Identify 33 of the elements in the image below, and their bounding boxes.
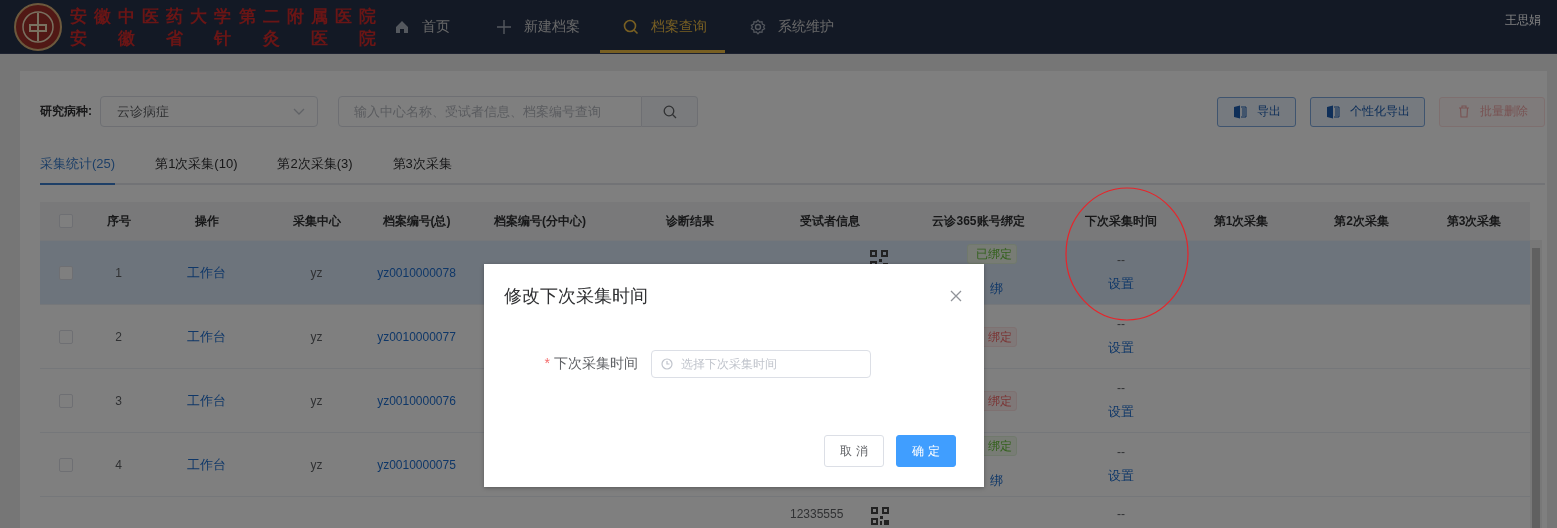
column-header: 档案编号(分中心) — [494, 212, 586, 230]
table-cell: yz — [310, 457, 323, 472]
next-time-value: -- — [1117, 380, 1125, 395]
column-header: 操作 — [194, 212, 219, 230]
dialog-title: 修改下次采集时间 — [504, 285, 648, 308]
column-header: 序号 — [106, 212, 131, 230]
table-cell: yz — [310, 329, 323, 344]
column-header: 受试者信息 — [800, 212, 860, 230]
row-number: 2 — [115, 329, 122, 344]
required-asterisk: * — [544, 355, 550, 371]
column-header: 第2次采集 — [1334, 212, 1389, 230]
column-header: 第3次采集 — [1446, 212, 1502, 230]
column-header: 第1次采集 — [1213, 212, 1269, 230]
row-number: 3 — [115, 393, 122, 408]
column-header: 下次采集时间 — [1085, 212, 1157, 230]
field-label: 下次采集时间 — [554, 355, 638, 371]
row-number: 4 — [115, 457, 122, 472]
table-cell: yz — [310, 265, 323, 280]
binding-status-tag: 已绑定 — [967, 244, 1017, 264]
next-time-value: -- — [1117, 316, 1125, 331]
column-header: 档案编号(总) — [382, 212, 451, 230]
hospital-name: 安徽省针灸医院 — [70, 26, 376, 49]
next-time-value: -- — [1117, 444, 1125, 459]
row-number: 1 — [115, 265, 122, 280]
table-cell: yz — [310, 393, 323, 408]
column-header: 云诊365账号绑定 — [932, 212, 1025, 230]
subject-id: 12335555 — [790, 507, 844, 521]
next-time-value: -- — [1117, 252, 1125, 267]
hospital-name: 安徽中医药大学第二附属医院 — [70, 4, 376, 27]
column-header: 采集中心 — [292, 212, 341, 230]
filter-label: 研究病种: — [40, 103, 92, 120]
next-time-value: -- — [1117, 507, 1125, 521]
column-header: 诊断结果 — [666, 212, 714, 230]
